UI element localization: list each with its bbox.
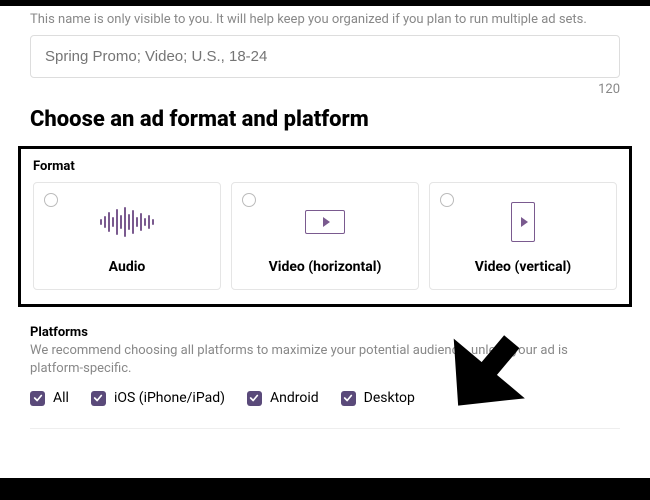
platform-label: Android — [270, 390, 319, 406]
format-section-highlight: Format Audio — [18, 146, 632, 307]
platforms-row: All iOS (iPhone/iPad) Android Desktop — [30, 390, 620, 406]
platform-checkbox-android[interactable]: Android — [247, 390, 319, 406]
format-card-video-horizontal[interactable]: Video (horizontal) — [231, 182, 419, 290]
format-card-audio[interactable]: Audio — [33, 182, 221, 290]
checkbox-checked-icon — [30, 391, 45, 406]
format-card-video-vertical[interactable]: Video (vertical) — [429, 182, 617, 290]
section-title: Choose an ad format and platform — [30, 107, 620, 132]
checkbox-checked-icon — [91, 391, 106, 406]
platforms-help-text: We recommend choosing all platforms to m… — [30, 342, 620, 378]
adset-name-input[interactable] — [30, 35, 620, 78]
format-card-label: Audio — [44, 259, 210, 275]
main-content: This name is only visible to you. It wil… — [0, 6, 650, 429]
audio-waveform-icon — [44, 193, 210, 251]
platform-label: iOS (iPhone/iPad) — [114, 390, 225, 406]
divider — [30, 428, 620, 429]
checkbox-checked-icon — [247, 391, 262, 406]
format-label: Format — [33, 159, 617, 174]
platform-checkbox-all[interactable]: All — [30, 390, 69, 406]
platform-checkbox-ios[interactable]: iOS (iPhone/iPad) — [91, 390, 225, 406]
format-grid: Audio Video (horizontal) Video (vertical… — [33, 182, 617, 290]
radio-icon — [242, 193, 256, 207]
platform-label: All — [53, 390, 69, 406]
name-helper-text: This name is only visible to you. It wil… — [30, 12, 620, 27]
radio-icon — [44, 193, 58, 207]
format-card-label: Video (vertical) — [440, 259, 606, 275]
bottom-border — [0, 478, 650, 500]
video-vertical-icon — [440, 193, 606, 251]
radio-icon — [440, 193, 454, 207]
platforms-label: Platforms — [30, 325, 620, 340]
format-card-label: Video (horizontal) — [242, 259, 408, 275]
platform-checkbox-desktop[interactable]: Desktop — [341, 390, 415, 406]
char-count: 120 — [30, 82, 620, 97]
video-horizontal-icon — [242, 193, 408, 251]
platform-label: Desktop — [364, 390, 415, 406]
checkbox-checked-icon — [341, 391, 356, 406]
